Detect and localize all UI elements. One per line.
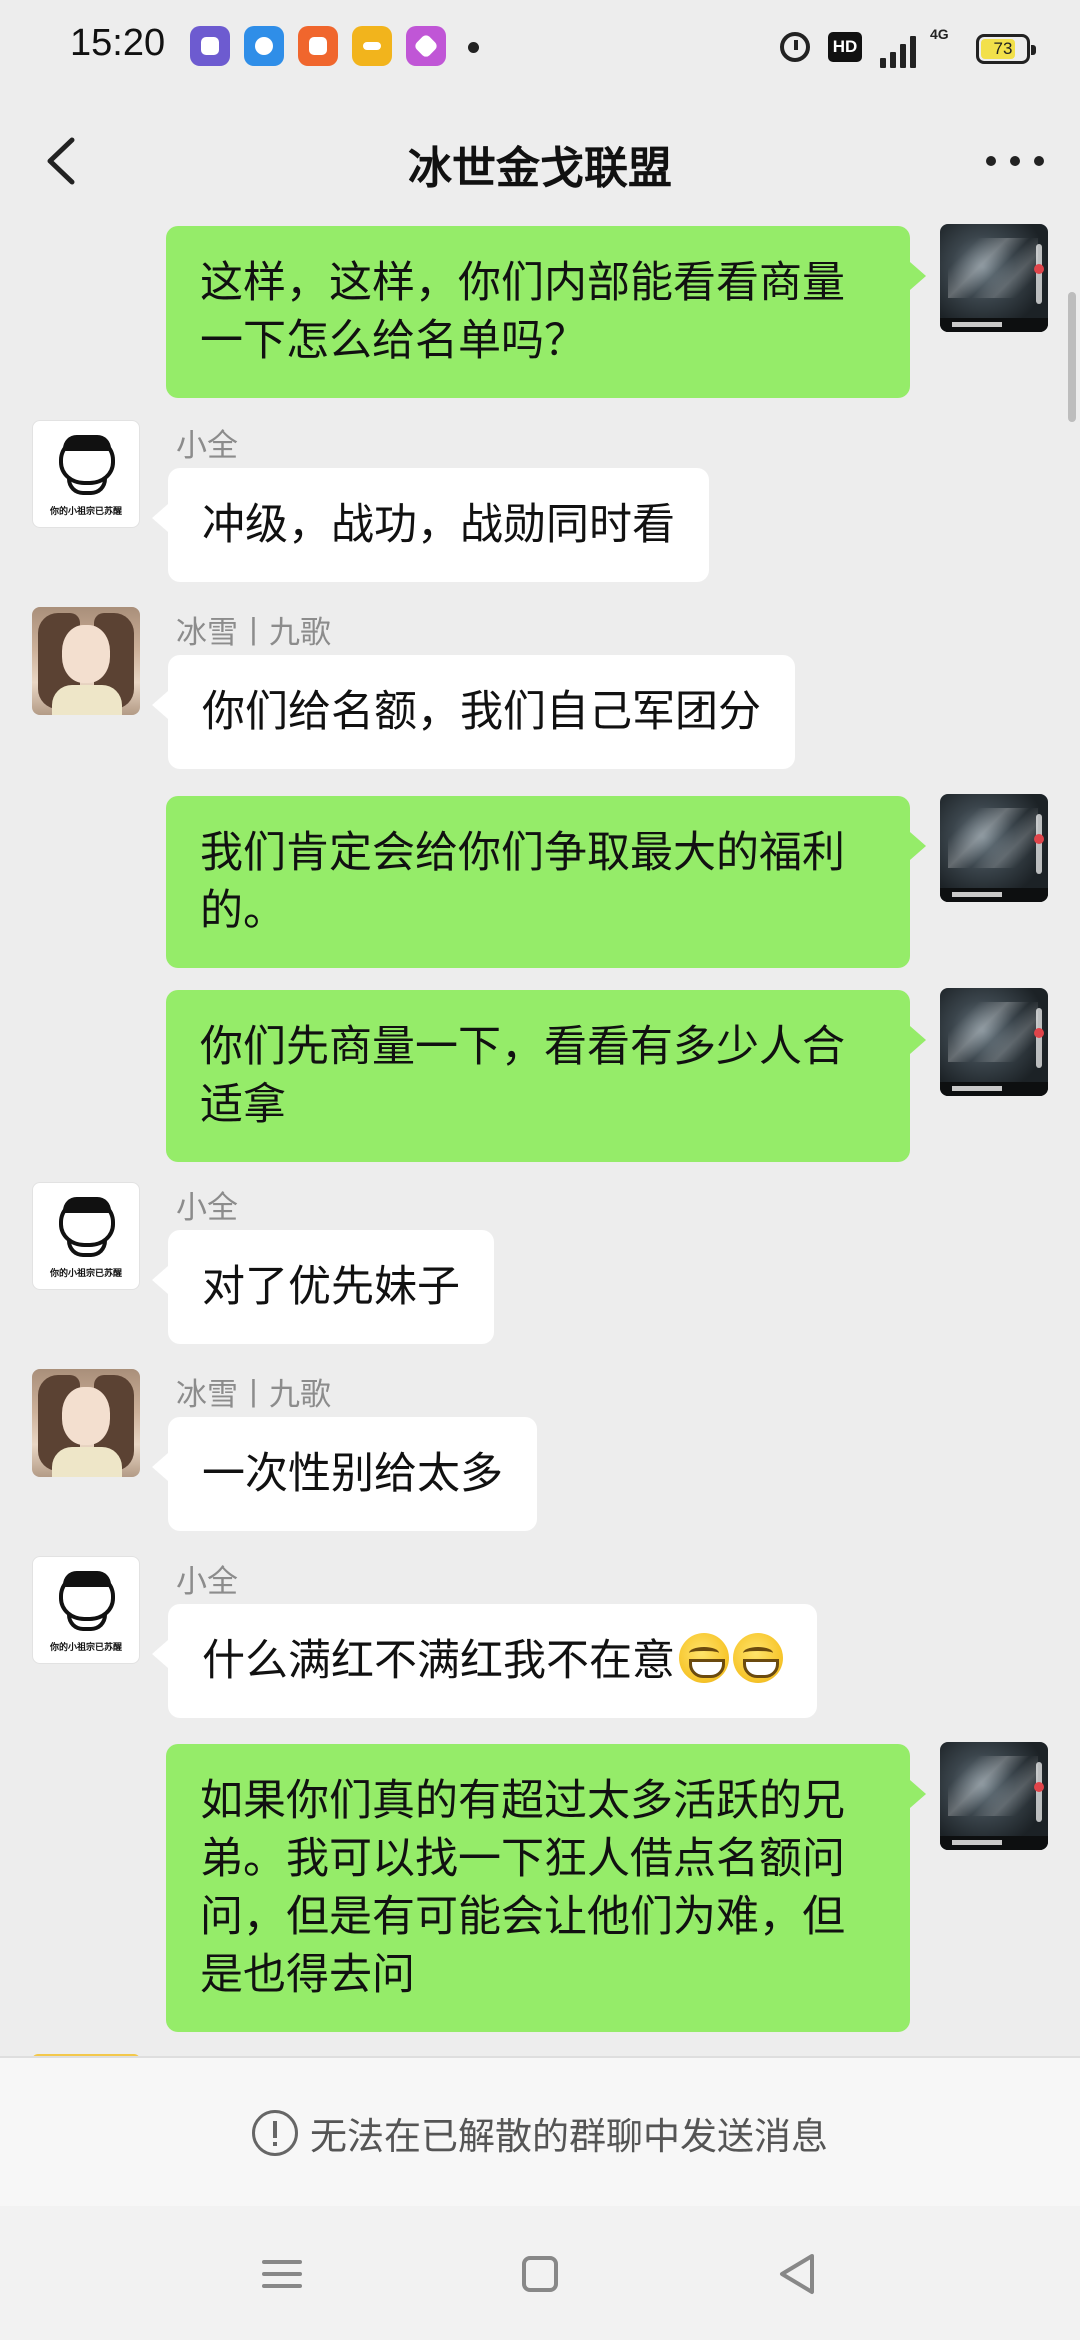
message-list[interactable]: 这样，这样，你们内部能看看商量 一下怎么给名单吗？ 你的小祖宗已苏醒 小全 冲级…	[0, 224, 1080, 2056]
notification-dot-icon	[468, 42, 479, 53]
status-bar: 15:20 HD 4G 73	[0, 0, 1080, 96]
message-line-with-emoji: 什么满红不满红我不在意	[202, 1632, 783, 1690]
message-line: 你们先商量一下，看看有多少人合	[200, 1022, 845, 1072]
triangle-back-icon	[780, 2254, 814, 2294]
sender-avatar[interactable]	[32, 607, 140, 715]
message-line: 一下怎么给名单吗？	[200, 316, 587, 366]
chat-header: 冰世金戈联盟	[0, 96, 1080, 224]
message-line: 问，但是有可能会让他们为难，但	[200, 1892, 845, 1942]
avatar-caption: 你的小祖宗已苏醒	[49, 1643, 122, 1653]
message-line: 如果你们真的有超过太多活跃的兄	[200, 1776, 845, 1826]
system-nav-bar	[0, 2206, 1080, 2340]
message-line: 你们给名额，我们自己军团分	[202, 687, 761, 737]
avatar-caption: 你的小祖宗已苏醒	[49, 1269, 122, 1279]
message-line: 是也得去问	[200, 1950, 415, 2000]
sender-name: 冰雪丨九歌	[176, 1377, 331, 1413]
grin-emoji-icon	[733, 1633, 783, 1683]
system-back-button[interactable]	[768, 2246, 828, 2302]
my-avatar[interactable]	[940, 988, 1048, 1096]
battery-icon: 73	[976, 34, 1036, 64]
message-bubble[interactable]: 对了优先妹子	[152, 1230, 494, 1344]
message-line: 适拿	[200, 1080, 286, 1130]
message-bubble[interactable]: 这样，这样，你们内部能看看商量 一下怎么给名单吗？	[166, 226, 926, 398]
sender-avatar[interactable]: 你的小祖宗已苏醒	[32, 1556, 140, 1664]
chat-title: 冰世金戈联盟	[408, 143, 672, 194]
disabled-input-bar: 无法在已解散的群聊中发送消息	[0, 2056, 1080, 2206]
app-blue-icon	[244, 26, 284, 66]
home-button[interactable]	[510, 2246, 570, 2302]
square-icon	[522, 2256, 558, 2292]
sender-name: 小全	[176, 1190, 238, 1226]
message-line: 的。	[200, 886, 286, 936]
my-avatar[interactable]	[940, 1742, 1048, 1850]
message-bubble[interactable]: 什么满红不满红我不在意	[152, 1604, 817, 1718]
grin-emoji-icon	[679, 1633, 729, 1683]
sender-name: 小全	[176, 1564, 238, 1600]
sender-avatar[interactable]	[32, 1369, 140, 1477]
message-line: 冲级，战功，战勋同时看	[202, 500, 675, 550]
my-avatar[interactable]	[940, 794, 1048, 902]
exclamation-circle-icon	[252, 2110, 298, 2156]
sender-name: 冰雪丨九歌	[176, 615, 331, 651]
message-line: 弟。我可以找一下狂人借点名额问	[200, 1834, 845, 1884]
message-line: 什么满红不满红我不在意	[202, 1636, 675, 1686]
network-type: 4G	[930, 26, 949, 42]
message-line: 我们肯定会给你们争取最大的福利	[200, 828, 845, 878]
status-time: 15:20	[70, 22, 166, 64]
app-wallet-icon	[352, 26, 392, 66]
sender-avatar[interactable]: 你的小祖宗已苏醒	[32, 1182, 140, 1290]
my-avatar[interactable]	[940, 224, 1048, 332]
message-bubble[interactable]: 你们先商量一下，看看有多少人合 适拿	[166, 990, 926, 1162]
message-bubble[interactable]: 我们肯定会给你们争取最大的福利 的。	[166, 796, 926, 968]
app-gradient-icon	[406, 26, 446, 66]
scrollbar[interactable]	[1068, 292, 1076, 422]
hd-badge: HD	[828, 32, 862, 62]
alarm-icon	[780, 32, 810, 62]
message-bubble[interactable]: 你们给名额，我们自己军团分	[152, 655, 795, 769]
battery-level: 73	[993, 39, 1013, 58]
message-bubble[interactable]: 一次性别给太多	[152, 1417, 537, 1531]
message-bubble[interactable]: 冲级，战功，战勋同时看	[152, 468, 709, 582]
message-line: 对了优先妹子	[202, 1262, 460, 1312]
signal-icon	[880, 34, 930, 68]
more-dots-icon	[986, 156, 996, 166]
message-bubble[interactable]: 如果你们真的有超过太多活跃的兄 弟。我可以找一下狂人借点名额问 问，但是有可能会…	[166, 1744, 926, 2032]
message-line: 这样，这样，你们内部能看看商量	[200, 258, 845, 308]
sender-avatar[interactable]: 你的小祖宗已苏醒	[32, 420, 140, 528]
sender-name: 小全	[176, 428, 238, 464]
app-orange-icon	[298, 26, 338, 66]
recent-apps-button[interactable]	[252, 2246, 312, 2302]
message-line: 一次性别给太多	[202, 1449, 503, 1499]
app-purple-icon	[190, 26, 230, 66]
avatar-caption: 你的小祖宗已苏醒	[49, 507, 122, 517]
dissolved-group-notice: 无法在已解散的群聊中发送消息	[310, 2115, 828, 2158]
more-options-button[interactable]	[980, 130, 1050, 190]
